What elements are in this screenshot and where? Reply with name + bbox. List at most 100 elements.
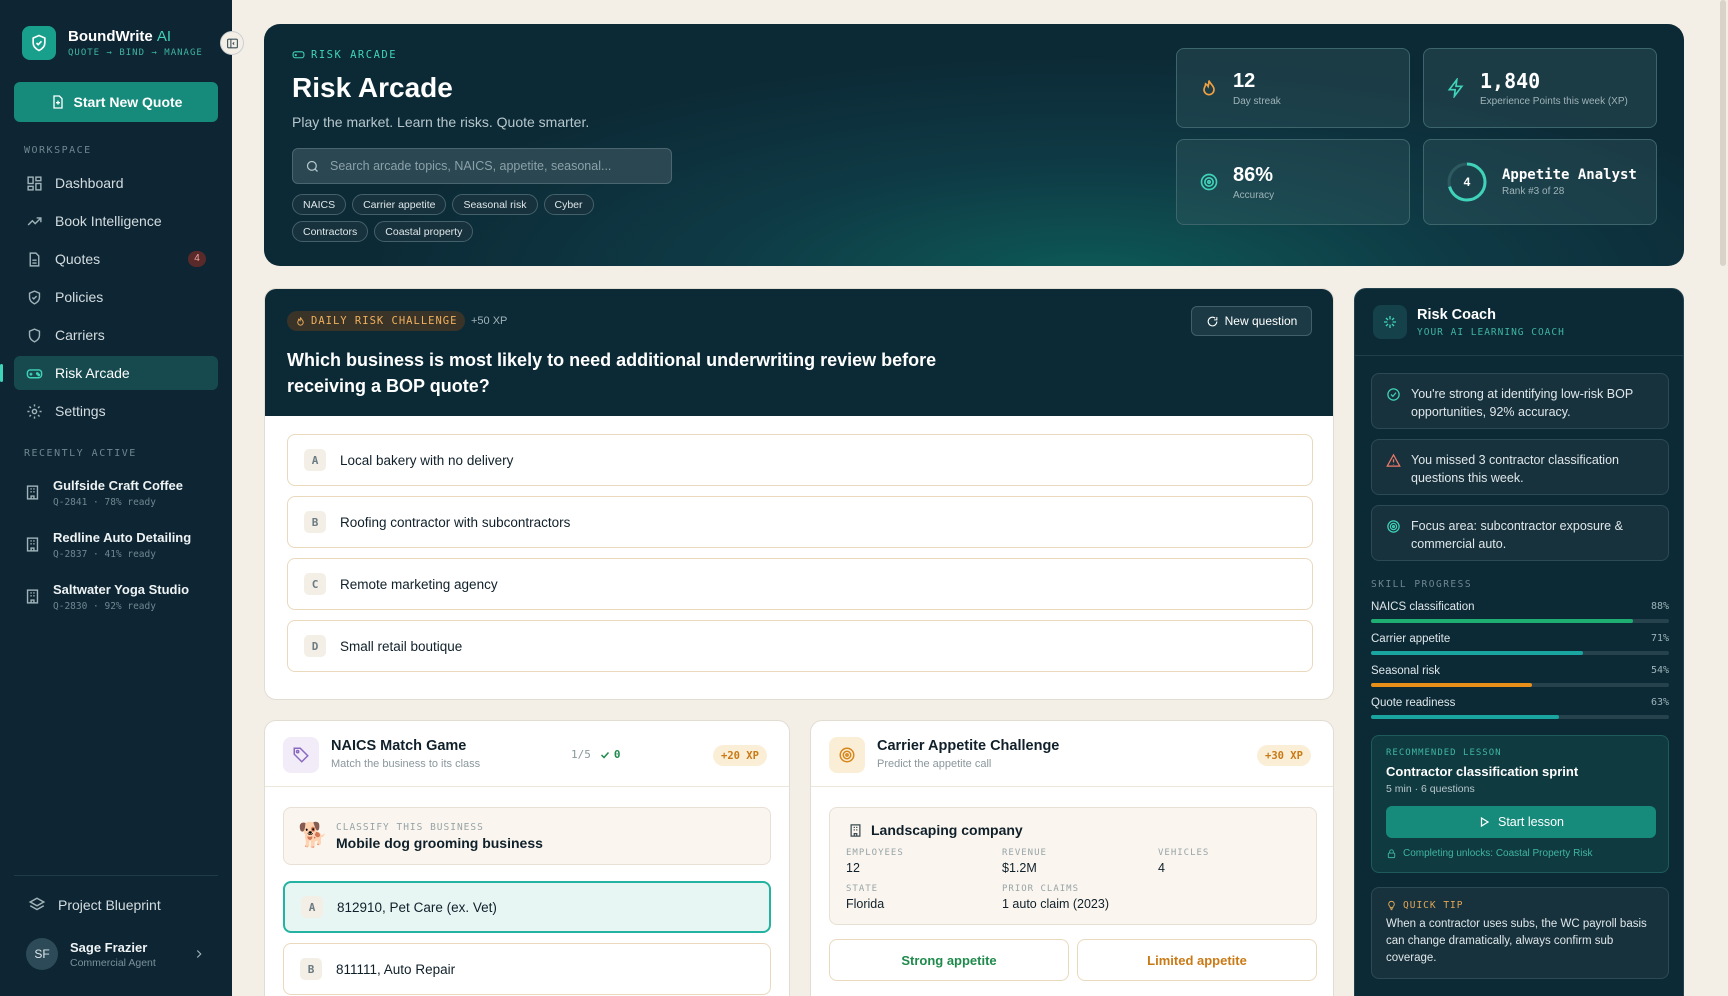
- rank-stat: 4 Appetite Analyst Rank #3 of 28: [1423, 139, 1657, 225]
- recent-item[interactable]: Gulfside Craft Coffee Q-2841 · 78% ready: [24, 478, 183, 508]
- naics-card-header: NAICS Match Game Match the business to i…: [265, 721, 789, 787]
- recently-active-label: RECENTLY ACTIVE: [24, 448, 137, 459]
- chip-naics[interactable]: NAICS: [292, 194, 347, 215]
- nav-label: Book Intelligence: [55, 213, 162, 229]
- skill-track: [1371, 651, 1669, 655]
- field-value: 1 auto claim (2023): [1002, 897, 1110, 911]
- start-new-quote-label: Start New Quote: [73, 94, 183, 110]
- sidebar: BoundWrite AI QUOTE → BIND → MANAGE Star…: [0, 0, 232, 996]
- recent-name: Redline Auto Detailing: [53, 530, 192, 545]
- limited-appetite-button[interactable]: Limited appetite: [1077, 939, 1317, 981]
- gamepad-icon: [292, 51, 305, 59]
- chevron-right-icon[interactable]: [192, 947, 206, 961]
- chip-contractors[interactable]: Contractors: [292, 221, 369, 242]
- nav-item-risk-arcade[interactable]: Risk Arcade: [0, 356, 218, 390]
- field-value: $1.2M: [1002, 861, 1037, 875]
- building-icon: [26, 589, 39, 604]
- recent-meta: Q-2837 · 41% ready: [53, 549, 156, 560]
- nav-item-dashboard[interactable]: Dashboard: [14, 166, 218, 200]
- start-new-quote-button[interactable]: Start New Quote: [14, 82, 218, 122]
- recent-meta: Q-2841 · 78% ready: [53, 497, 156, 508]
- xp-label: Experience Points this week (XP): [1480, 96, 1628, 107]
- new-question-button[interactable]: New question: [1191, 306, 1312, 336]
- sparkle-icon: [1373, 305, 1407, 339]
- option-key: D: [304, 635, 326, 657]
- option-text: Small retail boutique: [340, 638, 463, 654]
- tag-icon: [283, 737, 319, 773]
- nav-item-book-intelligence[interactable]: Book Intelligence: [14, 204, 218, 238]
- answer-option-b[interactable]: B Roofing contractor with subcontractors: [287, 496, 1313, 548]
- answer-option-c[interactable]: C Remote marketing agency: [287, 558, 1313, 610]
- skill-track: [1371, 683, 1669, 687]
- avatar: SF: [26, 938, 58, 970]
- carrier-card-header: Carrier Appetite Challenge Predict the a…: [811, 721, 1333, 787]
- brand[interactable]: BoundWrite AI QUOTE → BIND → MANAGE: [22, 26, 203, 60]
- daily-challenge-header: DAILY RISK CHALLENGE +50 XP New question…: [265, 289, 1333, 416]
- quick-tip-label-text: QUICK TIP: [1403, 900, 1464, 911]
- chip-carrier-appetite[interactable]: Carrier appetite: [352, 194, 447, 215]
- field-value: Florida: [846, 897, 885, 911]
- field-key: REVENUE: [1002, 848, 1047, 858]
- field-employees: EMPLOYEES 12: [846, 848, 904, 875]
- naics-correct-count: 0: [613, 748, 621, 761]
- nav-label: Dashboard: [55, 175, 124, 191]
- recent-item[interactable]: Saltwater Yoga Studio Q-2830 · 92% ready: [24, 582, 189, 612]
- user-profile[interactable]: SF Sage Frazier Commercial Agent: [26, 938, 156, 970]
- naics-answer-a[interactable]: A 812910, Pet Care (ex. Vet): [283, 881, 771, 933]
- user-role: Commercial Agent: [70, 956, 156, 969]
- nav-item-carriers[interactable]: Carriers: [14, 318, 218, 352]
- answer-option-d[interactable]: D Small retail boutique: [287, 620, 1313, 672]
- chip-cyber[interactable]: Cyber: [543, 194, 594, 215]
- lightbulb-icon: [1388, 900, 1395, 911]
- chip-coastal-property[interactable]: Coastal property: [374, 221, 474, 242]
- xp-value: 1,840: [1480, 69, 1541, 93]
- accuracy-label: Accuracy: [1233, 189, 1275, 201]
- sidebar-toggle-icon: [226, 38, 238, 48]
- daily-challenge-label: DAILY RISK CHALLENGE: [311, 315, 458, 327]
- carrier-title: Carrier Appetite Challenge: [877, 738, 1060, 754]
- collapse-sidebar-button[interactable]: [220, 31, 244, 55]
- gear-icon: [27, 403, 42, 419]
- coach-subtitle: YOUR AI LEARNING COACH: [1417, 327, 1565, 338]
- nav-item-policies[interactable]: Policies: [14, 280, 218, 314]
- option-text: 812910, Pet Care (ex. Vet): [337, 899, 497, 915]
- daily-xp: +50 XP: [471, 315, 508, 327]
- hero-eyebrow-label: RISK ARCADE: [311, 48, 398, 61]
- answer-option-a[interactable]: A Local bakery with no delivery: [287, 434, 1313, 486]
- sidebar-divider: [14, 875, 218, 876]
- nav-label: Carriers: [55, 327, 105, 343]
- option-text: 811111, Auto Repair: [336, 961, 456, 977]
- field-revenue: REVENUE $1.2M: [1002, 848, 1047, 875]
- rank-level: 4: [1463, 175, 1471, 189]
- strong-appetite-button[interactable]: Strong appetite: [829, 939, 1069, 981]
- option-key: A: [301, 896, 323, 918]
- hero-banner: RISK ARCADE Risk Arcade Play the market.…: [264, 24, 1684, 266]
- nav-item-quotes[interactable]: Quotes 4: [14, 242, 218, 276]
- insight-text: Focus area: subcontractor exposure & com…: [1411, 519, 1623, 551]
- field-key: STATE: [846, 884, 879, 894]
- skill-name: Seasonal risk: [1371, 665, 1441, 677]
- naics-answer-b[interactable]: B 811111, Auto Repair: [283, 943, 771, 995]
- shield-icon: [28, 327, 41, 343]
- arcade-search[interactable]: [292, 148, 672, 184]
- project-blueprint-link[interactable]: Project Blueprint: [28, 896, 161, 914]
- naics-match-game-card: NAICS Match Game Match the business to i…: [264, 720, 790, 996]
- warning-icon: [1386, 453, 1401, 467]
- coach-insight: You missed 3 contractor classification q…: [1371, 439, 1669, 495]
- brand-tagline: QUOTE → BIND → MANAGE: [68, 48, 203, 58]
- search-icon: [306, 160, 318, 172]
- page-scrollbar[interactable]: [1720, 0, 1726, 266]
- search-input[interactable]: [330, 159, 650, 173]
- field-key: VEHICLES: [1158, 848, 1210, 858]
- recent-item[interactable]: Redline Auto Detailing Q-2837 · 41% ready: [24, 530, 191, 560]
- field-value: 4: [1158, 861, 1165, 875]
- carrier-subtitle: Predict the appetite call: [877, 758, 992, 770]
- chip-seasonal-risk[interactable]: Seasonal risk: [452, 194, 538, 215]
- skill-fill: [1371, 715, 1559, 719]
- xp-stat: 1,840 Experience Points this week (XP): [1423, 48, 1657, 128]
- start-lesson-button[interactable]: Start lesson: [1386, 806, 1656, 838]
- coach-insight: You're strong at identifying low-risk BO…: [1371, 373, 1669, 429]
- skill-pct: 71%: [1650, 633, 1669, 644]
- topic-chips: NAICS Carrier appetite Seasonal risk Cyb…: [292, 194, 622, 242]
- nav-item-settings[interactable]: Settings: [14, 394, 218, 428]
